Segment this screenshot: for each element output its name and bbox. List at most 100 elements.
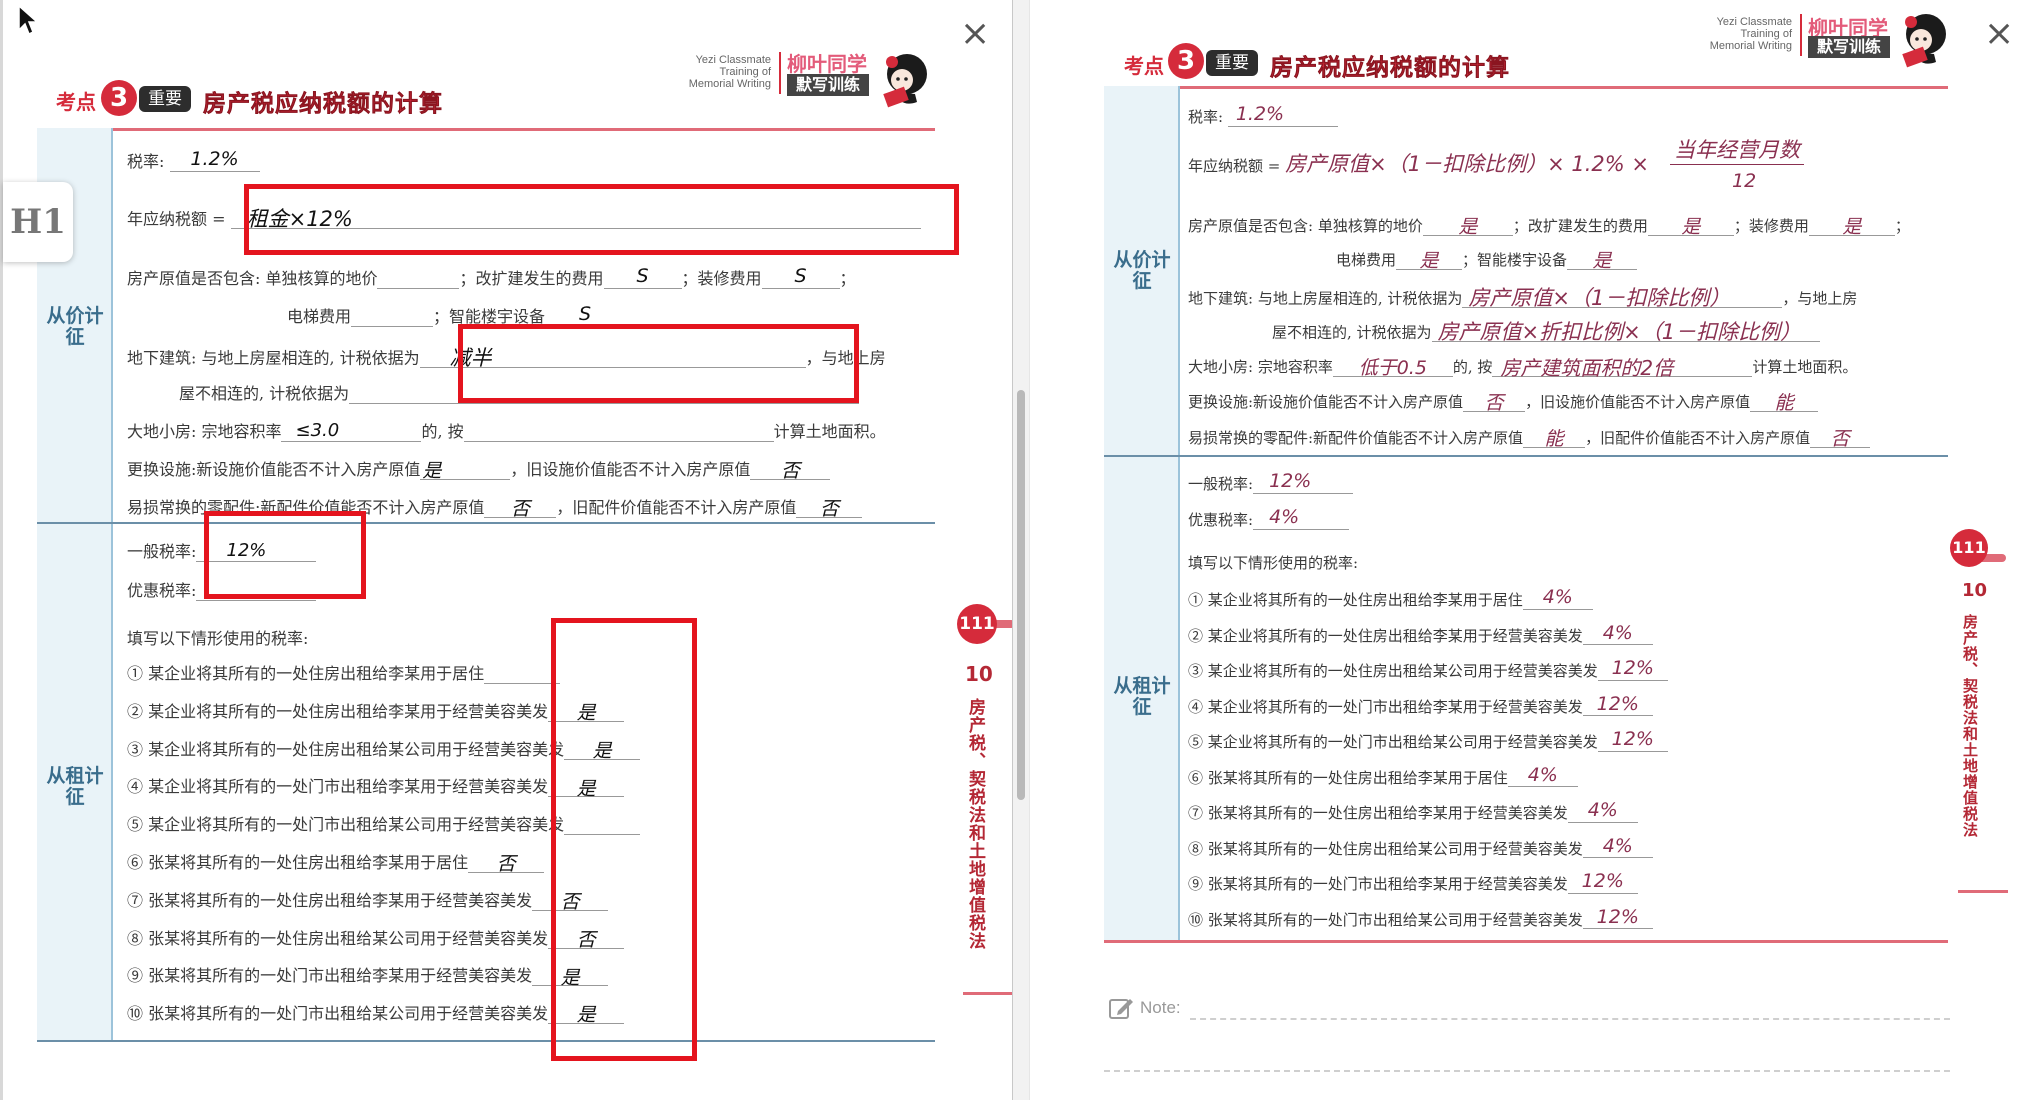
brand-english: Yezi Classmate Training of Memorial Writin… — [688, 54, 771, 90]
case-answer: 否 — [468, 849, 545, 875]
case-answer: 12% — [1582, 906, 1653, 930]
highlight-box-underground — [458, 324, 859, 403]
case-answer: 12% — [1582, 693, 1653, 717]
case-row: ① 某企业将其所有的一处住房出租给李某用于居住 4% — [1188, 586, 1593, 610]
kaodian-label: 考点 — [56, 90, 96, 114]
rate-row: 税率: 1.2% — [1188, 103, 1338, 127]
case-row: ⑨ 张某将其所有的一处门市出租给李某用于经营美容美发是 — [127, 962, 609, 989]
orig-value-row: 房产原值是否包含: 单独核算的地价 ；改扩建发生的费用 S ；装修费用 S； — [127, 265, 856, 289]
note-line — [1190, 1018, 1950, 1020]
case-answer: 12% — [1597, 728, 1668, 752]
case-answer: 4% — [1507, 764, 1578, 788]
case-row: ① 某企业将其所有的一处住房出租给李某用于居住 — [127, 660, 561, 684]
small-plot-row: 大地小房: 宗地容积率 低于0.5 的, 按房产建筑面积的2倍 计算土地面积。 — [1188, 352, 1857, 380]
brand-separator — [1800, 14, 1802, 56]
topic-number: 3 — [101, 80, 137, 116]
topic-number: 3 — [1168, 43, 1204, 79]
by-rent-label: 从租计征 — [46, 765, 104, 808]
brand-separator — [779, 52, 781, 94]
highlight-box-annual-tax — [244, 184, 959, 255]
mouse-cursor-icon — [18, 4, 39, 36]
case-row: ⑦ 张某将其所有的一处住房出租给李某用于经营美容美发 4% — [1188, 799, 1638, 823]
brand-english: Yezi Classmate Training of Memorial Writin… — [1709, 16, 1792, 52]
case-row: ⑥ 张某将其所有的一处住房出租给李某用于居住 4% — [1188, 764, 1578, 788]
fill-prompt: 填写以下情形使用的税率: — [127, 629, 309, 648]
chapter-number: 10 — [1962, 580, 1988, 601]
orig-value-row: 房产原值是否包含: 单独核算的地价是；改扩建发生的费用是；装修费用是； — [1188, 212, 1910, 238]
case-answer — [484, 660, 561, 684]
close-icon[interactable]: × — [960, 16, 990, 52]
case-answer: 4% — [1582, 835, 1653, 859]
annual-tax-row: 年应纳税额 = 房产原值×（1－扣除比例）× 1.2% × — [1188, 152, 1649, 176]
case-answer: 12% — [1567, 870, 1638, 894]
left-document-pane: × 考点 3 重要 房产税应纳税额的计算 Yezi Classmate Train… — [0, 0, 1012, 1100]
by-value-label: 从价计征 — [46, 305, 104, 348]
h1-heading-badge[interactable]: H1 — [3, 182, 73, 262]
page-number-tab: 111 — [957, 604, 997, 644]
case-answer: 4% — [1582, 622, 1653, 646]
case-row: ② 某企业将其所有的一处住房出租给李某用于经营美容美发 4% — [1188, 622, 1653, 646]
importance-badge: 重要 — [139, 86, 191, 112]
highlight-box-rates — [204, 511, 366, 599]
case-row: ④ 某企业将其所有的一处门市出租给李某用于经营美容美发 12% — [1188, 693, 1653, 717]
header-rule — [111, 128, 935, 131]
brand-tag: 默写训练 — [787, 74, 869, 96]
general-rate-row: 一般税率: 12% — [1188, 470, 1354, 494]
mascot-icon — [883, 54, 927, 108]
section-divider — [1104, 455, 1948, 457]
note-line — [1104, 1070, 1950, 1072]
scrollbar-thumb[interactable] — [1017, 390, 1025, 800]
category-sidebar — [1104, 86, 1180, 942]
case-row: ⑩ 张某将其所有的一处门市出租给某公司用于经营美容美发是 — [127, 1000, 625, 1026]
rate-row: 税率: 1.2% — [127, 148, 260, 172]
note-pencil-icon — [1109, 999, 1133, 1019]
by-value-label: 从价计征 — [1113, 249, 1171, 292]
case-row: ② 某企业将其所有的一处住房出租给李某用于经营美容美发是 — [127, 698, 625, 724]
case-row: ⑧ 张某将其所有的一处住房出租给某公司用于经营美容美发否 — [127, 925, 625, 951]
right-document-pane: × 考点 3 重要 房产税应纳税额的计算 Yezi Classmate Train… — [1030, 0, 2040, 1100]
section-divider — [37, 522, 935, 524]
fill-prompt: 填写以下情形使用的税率: — [1188, 554, 1359, 572]
case-answer: 4% — [1522, 586, 1593, 610]
case-answer: 4% — [1567, 799, 1638, 823]
page-title: 房产税应纳税额的计算 — [1270, 55, 1510, 82]
rate-answer: 1.2% — [169, 148, 260, 172]
small-plot-row: 大地小房: 宗地容积率 ≤3.0 的, 按计算土地面积。 — [127, 419, 886, 442]
case-row: ③ 某企业将其所有的一处住房出租给某公司用于经营美容美发 12% — [1188, 657, 1668, 681]
chapter-number: 10 — [965, 662, 993, 686]
case-row: ⑧ 张某将其所有的一处住房出租给某公司用于经营美容美发 4% — [1188, 835, 1653, 859]
case-row: ⑩ 张某将其所有的一处门市出租给某公司用于经营美容美发 12% — [1188, 906, 1653, 930]
brand-tag: 默写训练 — [1808, 36, 1890, 58]
pref-rate-row: 优惠税率: 4% — [1188, 506, 1350, 530]
formula-denominator: 12 — [1732, 170, 1757, 192]
formula-numerator: 当年经营月数 — [1670, 134, 1804, 165]
underground-row-2: 屋不相连的, 计税依据为 房产原值×折扣比例×（1－扣除比例） — [1272, 316, 1820, 344]
replace-row: 更换设施:新设施价值能否不计入房产原值否，旧设施价值能否不计入房产原值能 — [1188, 388, 1819, 414]
note-label: Note: — [1140, 998, 1181, 1017]
category-sidebar — [37, 128, 113, 1040]
brand-chinese: 柳叶同学 — [787, 52, 867, 76]
chapter-title: 房产税、契税法和土地增值税法 — [965, 698, 985, 950]
mascot-icon — [1902, 14, 1946, 68]
section-end-divider — [1104, 940, 1948, 943]
underground-row: 地下建筑: 与地上房屋相连的, 计税依据为 房产原值×（1－扣除比例） ，与地上房 — [1188, 282, 1857, 310]
pane-scrollbar[interactable] — [1012, 0, 1030, 1100]
page-number-tab: 111 — [1950, 529, 1988, 567]
by-rent-label: 从租计征 — [1113, 675, 1171, 718]
close-icon[interactable]: × — [1984, 16, 2014, 52]
kaodian-label: 考点 — [1124, 54, 1164, 78]
elevator-row: 电梯费用是；智能楼宇设备是 — [1336, 246, 1638, 272]
replace-row: 更换设施:新设施价值能否不计入房产原值是，旧设施价值能否不计入房产原值否 — [127, 456, 831, 482]
case-row: ④ 某企业将其所有的一处门市出租给李某用于经营美容美发是 — [127, 773, 625, 800]
importance-badge: 重要 — [1206, 50, 1258, 76]
header-rule — [1178, 86, 1948, 89]
consumable-row: 易损常换的零配件:新配件价值能否不计入房产原值能，旧配件价值能否不计入房产原值否 — [1188, 424, 1871, 450]
chapter-rule — [963, 992, 1012, 995]
case-row: ⑥ 张某将其所有的一处住房出租给李某用于居住否 — [127, 849, 545, 875]
case-answer: 12% — [1597, 657, 1668, 681]
chapter-rule — [1958, 890, 2008, 893]
page-title: 房产税应纳税额的计算 — [203, 91, 443, 118]
highlight-box-cases — [551, 618, 697, 1061]
section-end-divider — [37, 1040, 935, 1042]
case-row: ⑨ 张某将其所有的一处门市出租给李某用于经营美容美发 12% — [1188, 870, 1638, 894]
